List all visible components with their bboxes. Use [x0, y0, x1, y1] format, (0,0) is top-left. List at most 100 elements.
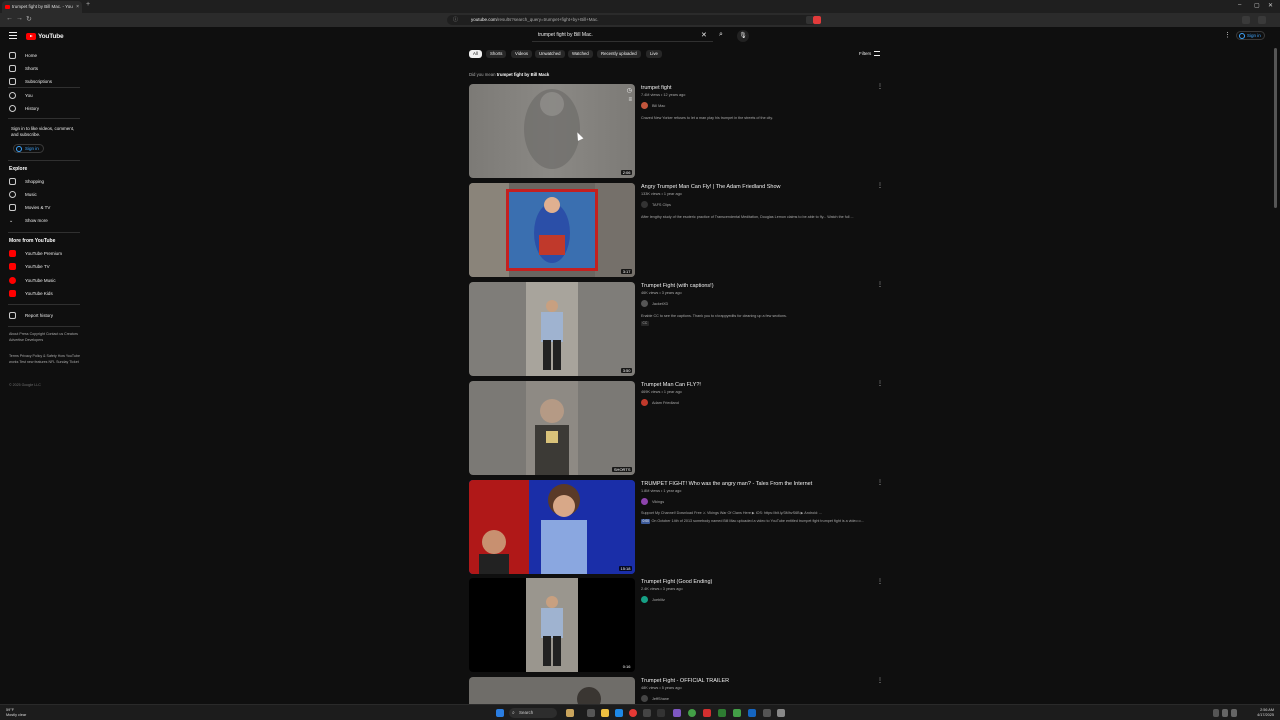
volume-icon[interactable]: [1231, 709, 1237, 717]
sidebar-item-music[interactable]: Music: [9, 190, 37, 199]
video-thumbnail[interactable]: 3:50: [469, 282, 635, 376]
task-view-icon[interactable]: [587, 709, 595, 717]
edge-icon[interactable]: [615, 709, 623, 717]
app-icon[interactable]: [643, 709, 651, 717]
video-menu-icon[interactable]: ⋮: [877, 182, 883, 189]
chip-videos[interactable]: Videos: [511, 50, 533, 58]
video-thumbnail[interactable]: [469, 677, 635, 704]
maximize-icon[interactable]: ▢: [1254, 2, 1260, 9]
sidebar-item-tv[interactable]: YouTube TV: [9, 262, 50, 271]
video-menu-icon[interactable]: ⋮: [877, 677, 883, 684]
tray-chevron-icon[interactable]: [1213, 709, 1219, 717]
close-tab-icon[interactable]: ×: [76, 1, 79, 13]
app-icon[interactable]: [733, 709, 741, 717]
video-title[interactable]: Trumpet Man Can FLY?!: [641, 382, 701, 388]
video-thumbnail[interactable]: 0:16: [469, 578, 635, 672]
weather-widget[interactable]: 59°F Mostly clear: [6, 708, 26, 717]
app-icon[interactable]: [748, 709, 756, 717]
extension-icon[interactable]: [813, 16, 821, 24]
chrome-icon[interactable]: [629, 709, 637, 717]
channel-link[interactable]: Joeblitz: [641, 596, 665, 603]
watch-later-icon[interactable]: ◷: [627, 87, 632, 94]
sidebar-item-you[interactable]: You: [9, 91, 33, 100]
video-title[interactable]: Trumpet Fight (Good Ending): [641, 579, 712, 585]
footer-links-primary[interactable]: About Press Copyright Contact us Creator…: [9, 332, 81, 343]
widgets-icon[interactable]: [566, 709, 574, 717]
excel-icon[interactable]: [718, 709, 726, 717]
search-icon[interactable]: ⌕: [715, 31, 727, 41]
video-menu-icon[interactable]: ⋮: [877, 83, 883, 90]
filters-button[interactable]: Filters: [859, 50, 881, 58]
guide-menu-icon[interactable]: [9, 32, 17, 39]
sidebar-item-kids[interactable]: YouTube Kids: [9, 289, 53, 298]
footer-links-secondary[interactable]: Terms Privacy Policy & Safety How YouTub…: [9, 354, 81, 365]
video-menu-icon[interactable]: ⋮: [877, 281, 883, 288]
sidebar-sign-in-button[interactable]: Sign in: [13, 144, 44, 153]
browser-tab[interactable]: trumpet fight by Bill Mac. - You ×: [2, 1, 82, 13]
spotify-icon[interactable]: [688, 709, 696, 717]
sidebar-item-home[interactable]: Home: [9, 51, 37, 60]
video-thumbnail[interactable]: 3:17: [469, 183, 635, 277]
app-icon[interactable]: [763, 709, 771, 717]
sidebar-show-more[interactable]: ⌄ Show more: [9, 216, 48, 225]
profile-icon[interactable]: [1242, 16, 1250, 24]
sidebar-item-music-app[interactable]: YouTube Music: [9, 276, 56, 285]
chip-recently-uploaded[interactable]: Recently uploaded: [597, 50, 641, 58]
video-title[interactable]: trumpet fight: [641, 85, 672, 91]
search-input[interactable]: trumpet fight by Bill Mac.: [532, 30, 713, 42]
video-thumbnail[interactable]: SHORTS: [469, 381, 635, 475]
address-bar[interactable]: ⓘ youtube.com/results?search_query=trump…: [447, 15, 817, 25]
chip-shorts[interactable]: Shorts: [486, 50, 507, 58]
channel-link[interactable]: JeffShane: [641, 695, 669, 702]
chip-unwatched[interactable]: Unwatched: [535, 50, 565, 58]
app-icon[interactable]: [657, 709, 665, 717]
app-icon[interactable]: [703, 709, 711, 717]
app-icon[interactable]: [673, 709, 681, 717]
video-title[interactable]: Trumpet Fight (with captions!): [641, 283, 714, 289]
sidebar-item-subscriptions[interactable]: Subscriptions: [9, 77, 52, 86]
sidebar-item-shorts[interactable]: Shorts: [9, 64, 38, 73]
video-menu-icon[interactable]: ⋮: [877, 479, 883, 486]
video-thumbnail[interactable]: 15:18: [469, 480, 635, 574]
browser-menu-icon[interactable]: [1258, 16, 1266, 24]
youtube-logo[interactable]: YouTube: [26, 32, 64, 40]
minimize-icon[interactable]: –: [1238, 2, 1241, 8]
channel-link[interactable]: Bill Mac: [641, 102, 665, 109]
reload-icon[interactable]: ↻: [26, 15, 32, 23]
add-to-queue-icon[interactable]: ≡: [628, 97, 632, 103]
windows-start-icon[interactable]: [496, 709, 504, 717]
video-menu-icon[interactable]: ⋮: [877, 578, 883, 585]
channel-link[interactable]: Vikings: [641, 498, 664, 505]
sidebar-item-report-history[interactable]: Report history: [9, 311, 53, 320]
forward-icon[interactable]: →: [16, 15, 23, 22]
video-title[interactable]: Angry Trumpet Man Can Fly! | The Adam Fr…: [641, 184, 781, 190]
taskbar-search[interactable]: ⌕ Search: [509, 708, 557, 718]
sidebar-item-shopping[interactable]: Shopping: [9, 177, 44, 186]
clear-search-icon[interactable]: ✕: [701, 31, 707, 39]
sign-in-button[interactable]: Sign in: [1236, 31, 1265, 40]
scrollbar[interactable]: [1274, 48, 1277, 208]
channel-link[interactable]: TAFS Clips: [641, 201, 671, 208]
video-thumbnail[interactable]: ◷ ≡ 2:06: [469, 84, 635, 178]
app-icon[interactable]: [777, 709, 785, 717]
sidebar-item-history[interactable]: History: [9, 104, 39, 113]
chip-watched[interactable]: Watched: [568, 50, 593, 58]
channel-link[interactable]: Adam Friedland: [641, 399, 679, 406]
wifi-icon[interactable]: [1222, 709, 1228, 717]
video-title[interactable]: Trumpet Fight - OFFICIAL TRAILER: [641, 678, 729, 684]
chip-live[interactable]: Live: [646, 50, 662, 58]
did-you-mean-link[interactable]: trumpet fight by Bill Mack: [497, 72, 550, 77]
voice-search-icon[interactable]: 🎙: [737, 30, 749, 42]
video-menu-icon[interactable]: ⋮: [877, 380, 883, 387]
file-explorer-icon[interactable]: [601, 709, 609, 717]
video-title[interactable]: TRUMPET FIGHT! Who was the angry man? - …: [641, 481, 812, 487]
window-close-icon[interactable]: ✕: [1268, 2, 1273, 9]
chip-all[interactable]: All: [469, 50, 482, 58]
timestamp-badge[interactable]: 0:00: [641, 519, 651, 524]
new-tab-button[interactable]: +: [86, 1, 90, 8]
back-icon[interactable]: ←: [6, 15, 13, 22]
sidebar-item-movies[interactable]: Movies & TV: [9, 203, 50, 212]
system-clock[interactable]: 2:56 AM 4/17/2025: [1240, 708, 1274, 717]
channel-link[interactable]: JacketXD: [641, 300, 668, 307]
settings-kebab-icon[interactable]: ⋮: [1224, 31, 1231, 39]
